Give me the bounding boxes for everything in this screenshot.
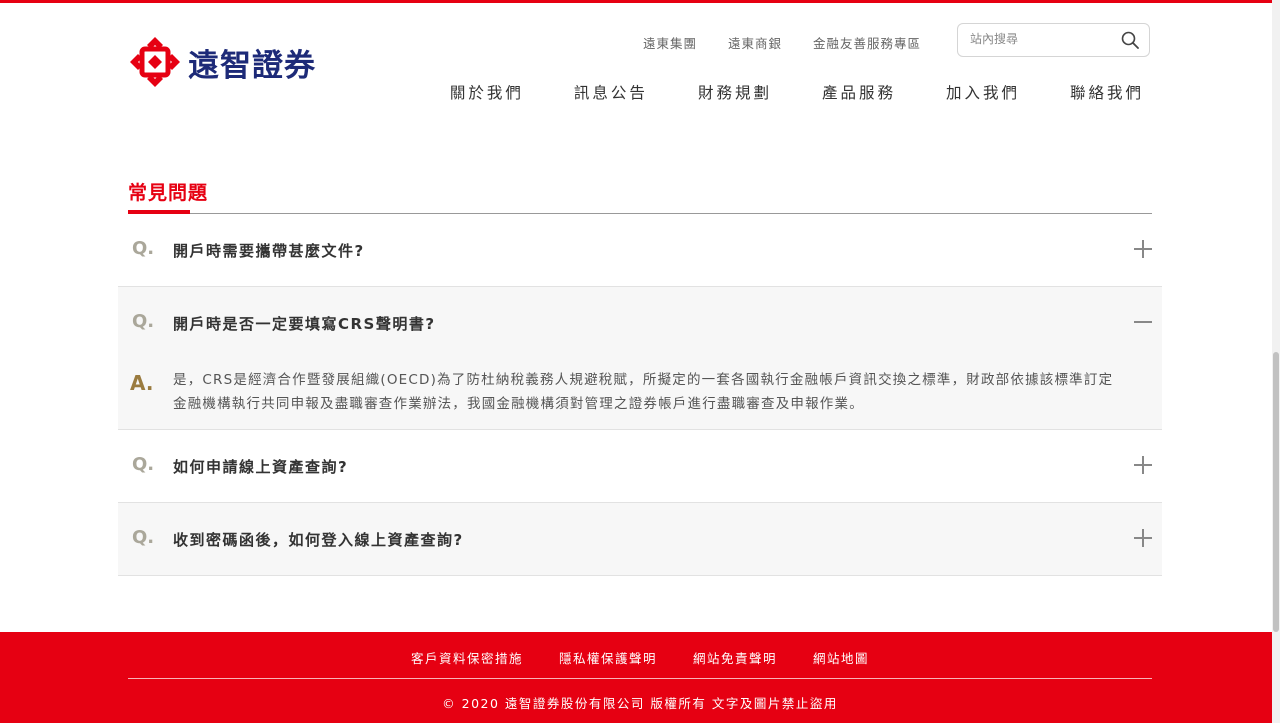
nav-join-us[interactable]: 加入我們 (946, 81, 1020, 103)
site-search (957, 23, 1150, 57)
question-label: Q. (132, 238, 155, 259)
footer-link-disclaimer[interactable]: 網站免責聲明 (693, 648, 777, 667)
faq-question-row[interactable]: Q. 如何申請線上資產查詢? (118, 430, 1162, 502)
logo-text: 遠智證券 (188, 47, 316, 84)
footer-link-privacy[interactable]: 隱私權保護聲明 (559, 648, 657, 667)
knot-logo-icon (130, 37, 180, 87)
util-link-finance-friendly[interactable]: 金融友善服務專區 (813, 33, 921, 52)
faq-item: Q. 如何申請線上資產查詢? (118, 430, 1162, 503)
faq-answer: A. 是，CRS是經濟合作暨發展組織(OECD)為了防杜納稅義務人規避稅賦，所擬… (118, 359, 1162, 429)
faq-question-row[interactable]: Q. 收到密碼函後，如何登入線上資產查詢? (118, 503, 1162, 575)
plus-icon[interactable] (1134, 240, 1152, 258)
util-link-fe-group[interactable]: 遠東集團 (643, 33, 697, 52)
question-text: 開戶時是否一定要填寫CRS聲明書? (173, 315, 436, 333)
page-scrollbar[interactable] (1272, 0, 1280, 723)
main-nav: 關於我們 訊息公告 財務規劃 產品服務 加入我們 聯絡我們 (450, 81, 1144, 103)
util-link-fe-bank[interactable]: 遠東商銀 (728, 33, 782, 52)
copyright-text: © 2020 遠智證券股份有限公司 版權所有 文字及圖片禁止盜用 (442, 696, 838, 711)
question-text: 收到密碼函後，如何登入線上資產查詢? (173, 531, 464, 549)
footer-divider (128, 678, 1152, 679)
scrollbar-thumb[interactable] (1273, 352, 1279, 632)
nav-financial-planning[interactable]: 財務規劃 (698, 81, 772, 103)
question-text: 如何申請線上資產查詢? (173, 458, 349, 476)
answer-label: A. (130, 371, 154, 395)
question-label: Q. (132, 311, 155, 332)
question-text: 開戶時需要攜帶甚麼文件? (173, 242, 365, 260)
plus-icon[interactable] (1134, 456, 1152, 474)
faq-question-row[interactable]: Q. 開戶時是否一定要填寫CRS聲明書? (118, 287, 1162, 359)
question-label: Q. (132, 527, 155, 548)
search-input[interactable] (968, 31, 1122, 47)
minus-icon[interactable] (1134, 313, 1152, 331)
answer-text: 是，CRS是經濟合作暨發展組織(OECD)為了防杜納稅義務人規避稅賦，所擬定的一… (173, 372, 1114, 412)
footer-link-data-protection[interactable]: 客戶資料保密措施 (411, 648, 523, 667)
site-header: 遠智證券 遠東集團 遠東商銀 金融友善服務專區 關於我們 訊息公告 財務規劃 產… (0, 3, 1272, 123)
faq-item: Q. 開戶時是否一定要填寫CRS聲明書? A. 是，CRS是經濟合作暨發展組織(… (118, 287, 1162, 430)
plus-icon[interactable] (1134, 529, 1152, 547)
faq-question-row[interactable]: Q. 開戶時需要攜帶甚麼文件? (118, 214, 1162, 286)
nav-about[interactable]: 關於我們 (450, 81, 524, 103)
faq-list: Q. 開戶時需要攜帶甚麼文件? Q. 開戶時是否一定要填寫CRS聲明書? A. … (118, 214, 1162, 576)
faq-item: Q. 收到密碼函後，如何登入線上資產查詢? (118, 503, 1162, 576)
page-title: 常見問題 (128, 181, 209, 204)
faq-item: Q. 開戶時需要攜帶甚麼文件? (118, 214, 1162, 287)
site-footer: 客戶資料保密措施 隱私權保護聲明 網站免責聲明 網站地圖 © 2020 遠智證券… (0, 632, 1280, 723)
question-label: Q. (132, 454, 155, 475)
search-icon[interactable] (1121, 31, 1139, 49)
footer-links: 客戶資料保密措施 隱私權保護聲明 網站免責聲明 網站地圖 (0, 648, 1280, 667)
site-logo[interactable]: 遠智證券 (128, 35, 316, 89)
nav-contact[interactable]: 聯絡我們 (1070, 81, 1144, 103)
nav-products[interactable]: 產品服務 (822, 81, 896, 103)
utility-links: 遠東集團 遠東商銀 金融友善服務專區 (643, 33, 952, 52)
nav-news[interactable]: 訊息公告 (574, 81, 648, 103)
footer-link-sitemap[interactable]: 網站地圖 (813, 648, 869, 667)
